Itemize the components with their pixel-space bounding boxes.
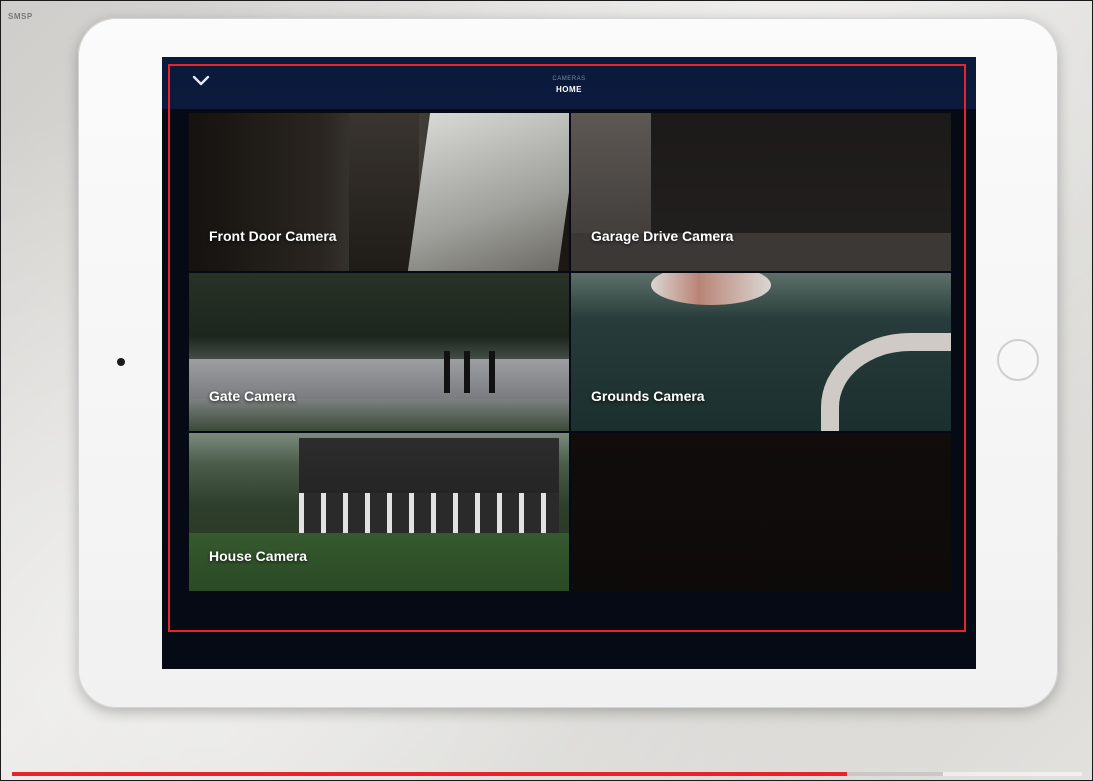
page-title: HOME — [556, 85, 582, 94]
camera-tile-house[interactable]: House Camera — [189, 433, 569, 591]
camera-feed-image — [444, 351, 450, 393]
camera-tile-grounds[interactable]: Grounds Camera — [571, 273, 951, 431]
camera-feed-image — [349, 113, 419, 271]
camera-label: Front Door Camera — [209, 228, 337, 244]
camera-feed-image — [821, 333, 951, 431]
camera-label: House Camera — [209, 548, 308, 564]
ipad-front-camera — [117, 358, 125, 366]
ipad-screen: CAMERAS HOME Front Door Camera Garage Dr… — [162, 57, 976, 669]
camera-tile-front-door[interactable]: Front Door Camera — [189, 113, 569, 271]
camera-feed-image — [651, 273, 771, 305]
video-progress-fill — [12, 772, 847, 776]
camera-feed-image — [464, 351, 470, 393]
camera-label: Garage Drive Camera — [591, 228, 734, 244]
camera-label: Gate Camera — [209, 388, 296, 404]
camera-tile-gate[interactable]: Gate Camera — [189, 273, 569, 431]
camera-label: Grounds Camera — [591, 388, 705, 404]
header-subtitle: CAMERAS — [552, 76, 586, 82]
channel-logo: SMSP — [8, 12, 33, 21]
camera-tile-garage-drive[interactable]: Garage Drive Camera — [571, 113, 951, 271]
camera-feed-image — [407, 113, 569, 271]
camera-feed-image — [489, 351, 495, 393]
empty-camera-slot — [571, 433, 951, 591]
video-progress-bar[interactable] — [12, 772, 1082, 776]
app-header: CAMERAS HOME — [162, 57, 976, 109]
camera-feed-image — [299, 493, 559, 533]
ipad-home-button[interactable] — [997, 339, 1039, 381]
